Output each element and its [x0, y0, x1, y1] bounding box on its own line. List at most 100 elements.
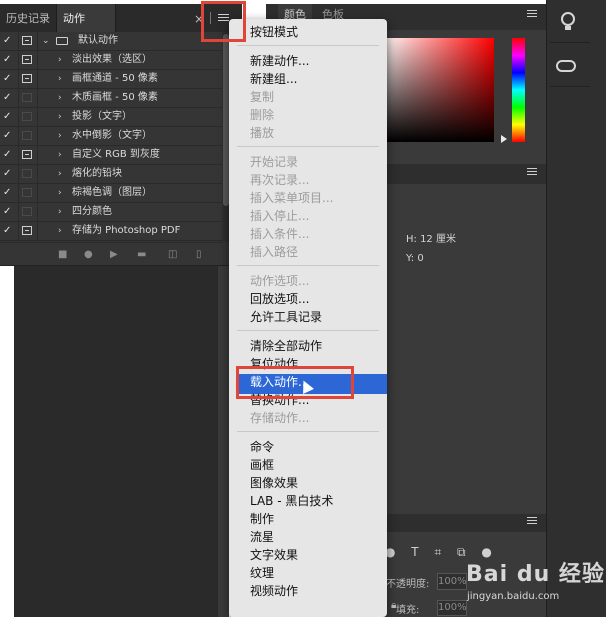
action-row[interactable]: ✓ › 棕褐色调（图层） [0, 184, 222, 203]
annotation-box-load-actions [236, 366, 354, 399]
menu-item[interactable]: 制作 [250, 510, 274, 528]
chevron-right-icon[interactable]: › [58, 184, 62, 202]
chevron-right-icon[interactable]: › [58, 203, 62, 221]
chevron-right-icon[interactable]: › [58, 70, 62, 88]
trash-icon[interactable]: ▯ [196, 249, 202, 260]
action-row[interactable]: ✓ › 存储为 Photoshop PDF [0, 222, 222, 241]
menu-item: 插入条件... [250, 227, 310, 241]
action-row[interactable]: ✓ › 画框通道 - 50 像素 [0, 70, 222, 89]
action-label: 木质画框 - 50 像素 [72, 92, 158, 103]
menu-item[interactable]: 图像效果 [250, 474, 298, 492]
record-icon[interactable]: ● [84, 249, 93, 260]
menu-item[interactable]: 新建组... [250, 70, 297, 88]
check-icon[interactable]: ✓ [3, 108, 15, 126]
play-icon[interactable]: ▶ [110, 249, 118, 260]
creative-cloud-icon[interactable] [556, 60, 576, 72]
menu-item[interactable]: 视频动作 [250, 582, 298, 600]
hamburger-icon [527, 10, 537, 11]
dialog-toggle-icon[interactable] [22, 150, 32, 159]
check-icon[interactable]: ✓ [3, 32, 15, 50]
menu-item[interactable]: 纹理 [250, 564, 274, 582]
dialog-toggle-icon[interactable] [22, 93, 32, 102]
action-label: 熔化的铅块 [72, 168, 122, 179]
fill-field[interactable]: 100% [437, 600, 467, 616]
action-row[interactable]: ✓ › 投影（文字） [0, 108, 222, 127]
tab-history[interactable]: 历史记录 [0, 4, 58, 32]
color-panel-menu-button[interactable] [527, 10, 539, 20]
chevron-right-icon[interactable]: › [58, 51, 62, 69]
chevron-right-icon[interactable]: › [58, 108, 62, 126]
check-icon[interactable]: ✓ [3, 146, 15, 164]
menu-item[interactable]: 回放选项... [250, 290, 309, 308]
menu-item[interactable]: 允许工具记录 [250, 308, 322, 326]
chevron-down-icon[interactable]: ⌄ [42, 32, 50, 50]
dialog-toggle-icon[interactable] [22, 36, 32, 45]
action-label: 淡出效果（选区） [72, 54, 152, 65]
chevron-right-icon[interactable]: › [58, 165, 62, 183]
chevron-right-icon[interactable]: › [58, 146, 62, 164]
chevron-right-icon[interactable]: › [58, 89, 62, 107]
chevron-right-icon[interactable]: › [58, 127, 62, 145]
column-divider [37, 203, 38, 221]
tab-actions[interactable]: 动作 [56, 4, 116, 32]
new-action-icon[interactable]: ◫ [168, 249, 177, 260]
chevron-right-icon[interactable]: › [58, 222, 62, 240]
dialog-toggle-icon[interactable] [22, 188, 32, 197]
dialog-toggle-icon[interactable] [22, 207, 32, 216]
action-row[interactable]: ✓ › 淡出效果（选区） [0, 51, 222, 70]
check-icon[interactable]: ✓ [3, 165, 15, 183]
menu-item[interactable]: 清除全部动作 [250, 337, 322, 355]
action-row[interactable]: ✓ › 水中倒影（文字） [0, 127, 222, 146]
check-icon[interactable]: ✓ [3, 51, 15, 69]
folder-icon [56, 37, 68, 45]
dialog-toggle-icon[interactable] [22, 55, 32, 64]
column-divider [18, 89, 19, 107]
action-set-row[interactable]: ✓ ⌄ 默认动作 [0, 32, 222, 51]
menu-item[interactable]: 按钮模式 [250, 23, 298, 41]
action-row[interactable]: ✓ › 木质画框 - 50 像素 [0, 89, 222, 108]
action-row[interactable]: ✓ › 熔化的铅块 [0, 165, 222, 184]
check-icon[interactable]: ✓ [3, 203, 15, 221]
action-row[interactable]: ✓ › 自定义 RGB 到灰度 [0, 146, 222, 165]
workspace-canvas [14, 265, 220, 617]
dialog-toggle-icon[interactable] [22, 112, 32, 121]
height-readout: H: 12 厘米 [406, 234, 456, 245]
info-panel-menu-button[interactable] [527, 168, 539, 178]
annotation-box-menu-button [201, 1, 246, 42]
dialog-toggle-icon[interactable] [22, 226, 32, 235]
check-icon[interactable]: ✓ [3, 184, 15, 202]
column-divider [18, 222, 19, 240]
dialog-toggle-icon[interactable] [22, 131, 32, 140]
column-divider [37, 89, 38, 107]
color-field[interactable] [382, 38, 494, 142]
hue-pointer-icon[interactable] [501, 135, 507, 143]
action-label: 存储为 Photoshop PDF [72, 225, 181, 236]
check-icon[interactable]: ✓ [3, 127, 15, 145]
stop-icon[interactable]: ■ [58, 249, 67, 260]
check-icon[interactable]: ✓ [3, 89, 15, 107]
menu-item: 存储动作... [250, 411, 310, 425]
menu-item[interactable]: LAB - 黑白技术 [250, 492, 333, 510]
column-divider [37, 127, 38, 145]
menu-item[interactable]: 文字效果 [250, 546, 298, 564]
menu-separator [237, 146, 379, 147]
opacity-field[interactable]: 100% [437, 573, 467, 590]
layers-panel-menu-button[interactable] [527, 517, 539, 527]
action-row[interactable]: ✓ › 四分颜色 [0, 203, 222, 222]
menu-item[interactable]: 命令 [250, 438, 274, 456]
lightbulb-icon[interactable] [561, 12, 575, 26]
hue-slider[interactable] [512, 38, 525, 142]
check-icon[interactable]: ✓ [3, 70, 15, 88]
menu-item[interactable]: 流星 [250, 528, 274, 546]
check-icon[interactable]: ✓ [3, 222, 15, 240]
menu-item[interactable]: 新建动作... [250, 52, 309, 70]
new-set-folder-icon[interactable]: ▬ [137, 249, 146, 260]
menu-item[interactable]: 画框 [250, 456, 274, 474]
opacity-label: 不透明度: [386, 579, 430, 590]
dialog-toggle-icon[interactable] [22, 74, 32, 83]
baidu-watermark-url: jingyan.baidu.com [467, 591, 560, 602]
dialog-toggle-icon[interactable] [22, 169, 32, 178]
lightbulb-base [565, 26, 571, 30]
menu-separator [237, 265, 379, 266]
action-label: 画框通道 - 50 像素 [72, 73, 158, 84]
